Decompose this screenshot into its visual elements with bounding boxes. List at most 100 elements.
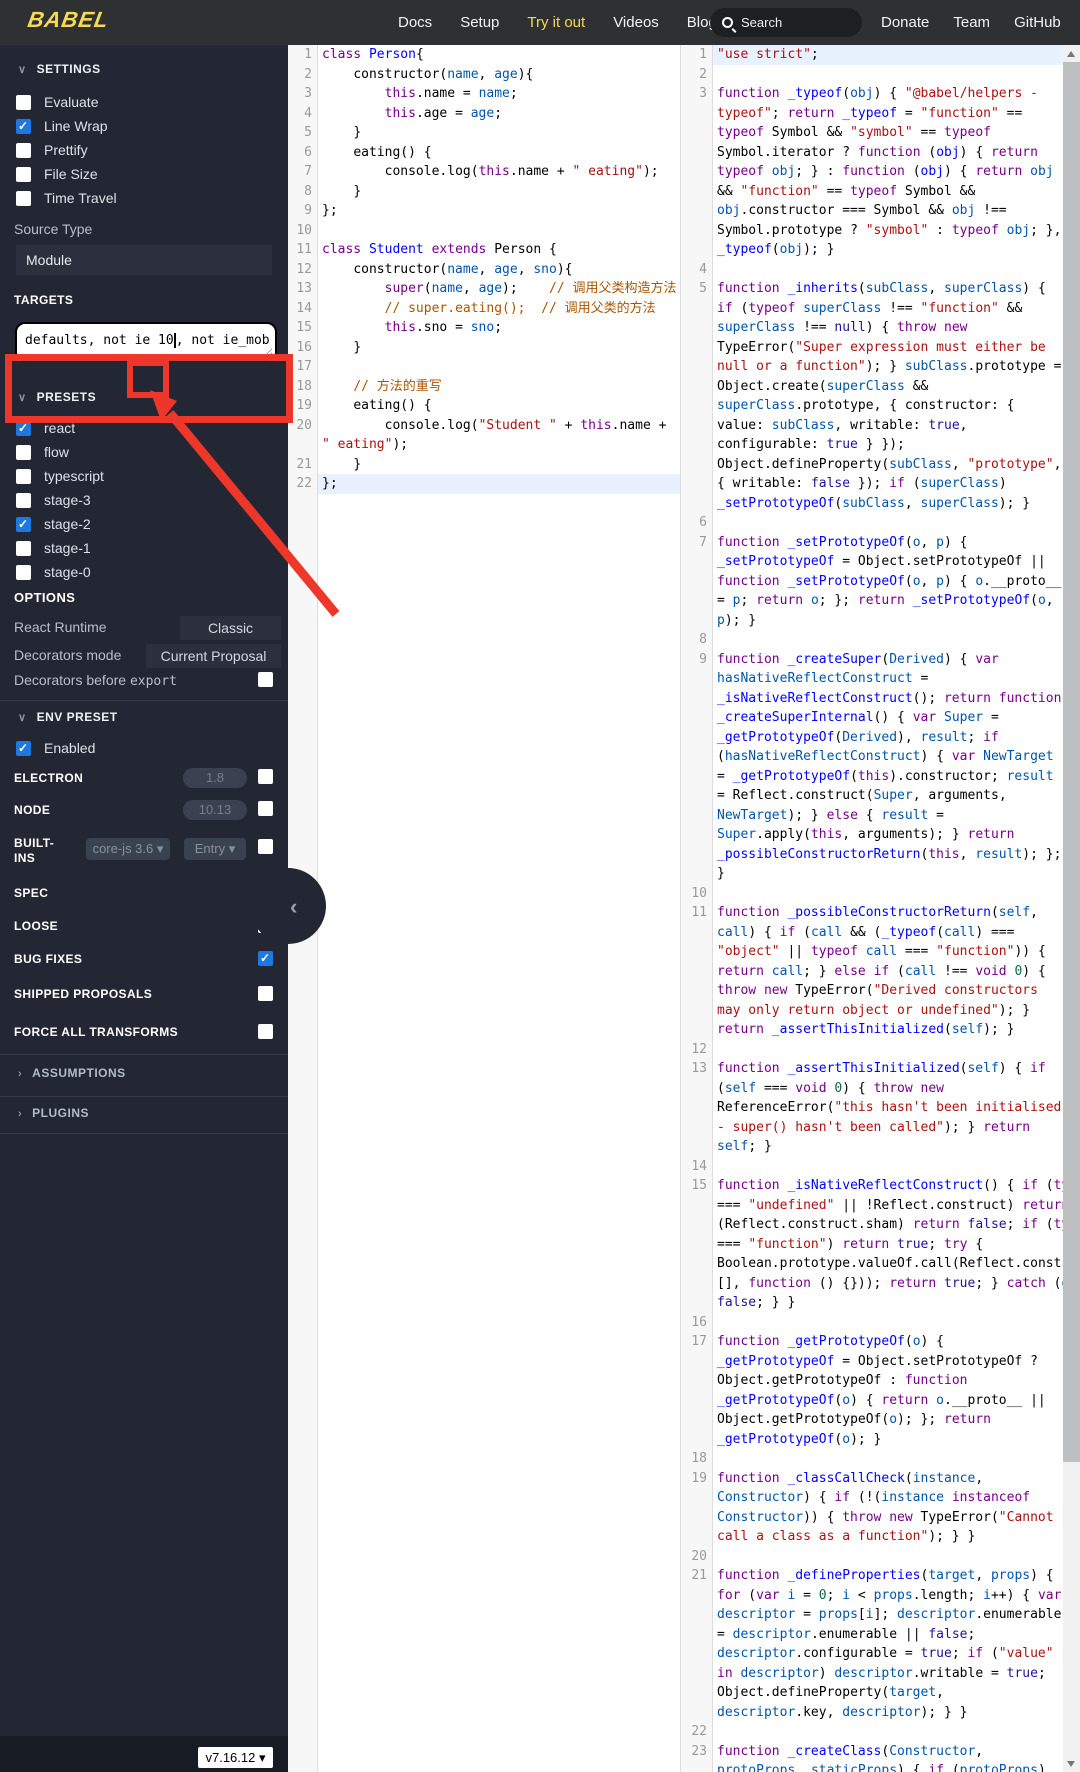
- code-line[interactable]: 10: [681, 884, 1063, 904]
- react-checkbox[interactable]: [16, 421, 31, 436]
- code-text[interactable]: }: [318, 123, 680, 143]
- resize-handle-icon[interactable]: [262, 347, 272, 357]
- code-line[interactable]: 16: [681, 1313, 1063, 1333]
- react-runtime-select[interactable]: Classic: [180, 616, 281, 640]
- section-env-preset[interactable]: ∨ENV PRESET: [0, 710, 288, 724]
- sidebar-collapse-button[interactable]: ‹: [250, 868, 326, 944]
- code-line[interactable]: 3function _typeof(obj) { "@babel/helpers…: [681, 84, 1063, 260]
- code-text[interactable]: this.age = age;: [318, 104, 680, 124]
- decorators-mode-select[interactable]: Current Proposal: [146, 644, 281, 668]
- code-text[interactable]: function _possibleConstructorReturn(self…: [713, 903, 1063, 1040]
- node-version-input[interactable]: 10.13: [183, 800, 247, 820]
- code-line[interactable]: 7function _setPrototypeOf(o, p) { _setPr…: [681, 533, 1063, 631]
- time-travel-checkbox[interactable]: [16, 191, 31, 206]
- stage-2-checkbox[interactable]: [16, 517, 31, 532]
- code-line[interactable]: 18 // 方法的重写: [288, 377, 680, 397]
- code-text[interactable]: function _classCallCheck(instance, Const…: [713, 1469, 1063, 1547]
- code-text[interactable]: super(name, age); // 调用父类构造方法: [318, 279, 680, 299]
- code-text[interactable]: function _defineProperties(target, props…: [713, 1566, 1063, 1722]
- code-text[interactable]: [713, 630, 1063, 650]
- code-line[interactable]: 23function _createClass(Constructor, pro…: [681, 1742, 1063, 1772]
- code-line[interactable]: 2: [681, 65, 1063, 85]
- code-text[interactable]: [713, 260, 1063, 280]
- stage-1-checkbox[interactable]: [16, 541, 31, 556]
- babel-version-select[interactable]: v7.16.12 ▾: [198, 1747, 273, 1768]
- code-text[interactable]: constructor(name, age){: [318, 65, 680, 85]
- evaluate-checkbox[interactable]: [16, 95, 31, 110]
- code-text[interactable]: [713, 1157, 1063, 1177]
- code-line[interactable]: 19function _classCallCheck(instance, Con…: [681, 1469, 1063, 1547]
- code-line[interactable]: 1"use strict";: [681, 45, 1063, 65]
- code-line[interactable]: 21 }: [288, 455, 680, 475]
- code-line[interactable]: 4 this.age = age;: [288, 104, 680, 124]
- code-text[interactable]: [713, 1313, 1063, 1333]
- nav-link-donate[interactable]: Donate: [881, 14, 929, 31]
- code-text[interactable]: }: [318, 455, 680, 475]
- code-text[interactable]: function _assertThisInitialized(self) { …: [713, 1059, 1063, 1157]
- code-line[interactable]: 14: [681, 1157, 1063, 1177]
- typescript-checkbox[interactable]: [16, 469, 31, 484]
- source-type-select[interactable]: Module: [0, 245, 288, 275]
- code-line[interactable]: 13 super(name, age); // 调用父类构造方法: [288, 279, 680, 299]
- code-line[interactable]: 12: [681, 1040, 1063, 1060]
- code-line[interactable]: 22};: [288, 474, 680, 494]
- builtins-version-select[interactable]: core-js 3.6 ▾: [86, 838, 170, 860]
- shipped-proposals-checkbox[interactable]: [258, 986, 273, 1001]
- nav-link-github[interactable]: GitHub: [1014, 14, 1061, 31]
- scroll-up-button[interactable]: [1063, 45, 1080, 62]
- scroll-down-button[interactable]: [1063, 1755, 1080, 1772]
- code-line[interactable]: 6 eating() {: [288, 143, 680, 163]
- code-text[interactable]: console.log("Student " + this.name + " e…: [318, 416, 680, 455]
- code-line[interactable]: 22: [681, 1722, 1063, 1742]
- code-line[interactable]: 8 }: [288, 182, 680, 202]
- code-text[interactable]: function _inherits(subClass, superClass)…: [713, 279, 1063, 513]
- code-line[interactable]: 11function _possibleConstructorReturn(se…: [681, 903, 1063, 1040]
- code-text[interactable]: eating() {: [318, 396, 680, 416]
- nav-link-videos[interactable]: Videos: [613, 14, 659, 31]
- section-presets[interactable]: ∨PRESETS: [0, 390, 288, 404]
- code-text[interactable]: function _typeof(obj) { "@babel/helpers …: [713, 84, 1063, 260]
- code-line[interactable]: 11class Student extends Person {: [288, 240, 680, 260]
- code-text[interactable]: // 方法的重写: [318, 377, 680, 397]
- code-text[interactable]: }: [318, 338, 680, 358]
- code-text[interactable]: function _createClass(Constructor, proto…: [713, 1742, 1063, 1772]
- code-text[interactable]: [713, 884, 1063, 904]
- code-text[interactable]: this.name = name;: [318, 84, 680, 104]
- stage-3-checkbox[interactable]: [16, 493, 31, 508]
- code-line[interactable]: 17: [288, 357, 680, 377]
- code-text[interactable]: console.log(this.name + " eating");: [318, 162, 680, 182]
- builtins-mode-select[interactable]: Entry ▾: [184, 838, 246, 860]
- code-line[interactable]: 16 }: [288, 338, 680, 358]
- code-line[interactable]: 9};: [288, 201, 680, 221]
- node-checkbox[interactable]: [258, 801, 273, 816]
- code-text[interactable]: function _createSuper(Derived) { var has…: [713, 650, 1063, 884]
- electron-version-input[interactable]: 1.8: [183, 768, 247, 788]
- code-line[interactable]: 21function _defineProperties(target, pro…: [681, 1566, 1063, 1722]
- code-line[interactable]: 5function _inherits(subClass, superClass…: [681, 279, 1063, 513]
- code-line[interactable]: 17function _getPrototypeOf(o) { _getProt…: [681, 1332, 1063, 1449]
- code-text[interactable]: constructor(name, age, sno){: [318, 260, 680, 280]
- code-text[interactable]: [713, 1449, 1063, 1469]
- electron-checkbox[interactable]: [258, 769, 273, 784]
- output-code-editor[interactable]: 1"use strict";2 3function _typeof(obj) {…: [680, 45, 1063, 1772]
- code-text[interactable]: function _setPrototypeOf(o, p) { _setPro…: [713, 533, 1063, 631]
- stage-0-checkbox[interactable]: [16, 565, 31, 580]
- nav-link-docs[interactable]: Docs: [398, 14, 432, 31]
- code-line[interactable]: 4: [681, 260, 1063, 280]
- code-text[interactable]: "use strict";: [713, 45, 1063, 65]
- env-enabled-checkbox[interactable]: [16, 741, 31, 756]
- code-text[interactable]: this.sno = sno;: [318, 318, 680, 338]
- line-wrap-checkbox[interactable]: [16, 119, 31, 134]
- code-line[interactable]: 20 console.log("Student " + this.name + …: [288, 416, 680, 455]
- code-text[interactable]: [713, 513, 1063, 533]
- code-text[interactable]: };: [318, 474, 680, 494]
- targets-input[interactable]: defaults, not ie 10, not ie_mob 11: [15, 322, 277, 362]
- code-text[interactable]: class Student extends Person {: [318, 240, 680, 260]
- section-plugins[interactable]: ›PLUGINS: [0, 1106, 288, 1120]
- code-text[interactable]: [713, 1040, 1063, 1060]
- scrollbar-thumb[interactable]: [1063, 62, 1080, 1462]
- code-line[interactable]: 7 console.log(this.name + " eating");: [288, 162, 680, 182]
- search-input[interactable]: Search: [710, 8, 862, 37]
- code-line[interactable]: 13function _assertThisInitialized(self) …: [681, 1059, 1063, 1157]
- code-text[interactable]: eating() {: [318, 143, 680, 163]
